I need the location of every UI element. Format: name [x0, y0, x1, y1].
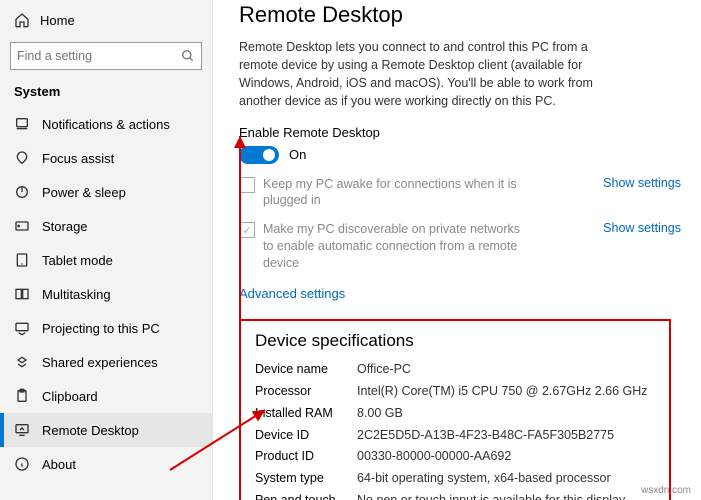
sidebar-item-label: Projecting to this PC — [42, 321, 160, 336]
sidebar-item-remote-desktop[interactable]: Remote Desktop — [0, 413, 212, 447]
nav-home-label: Home — [40, 13, 75, 28]
search-input[interactable] — [17, 49, 181, 63]
spec-value: 8.00 GB — [357, 405, 655, 422]
spec-value: 00330-80000-00000-AA692 — [357, 448, 655, 465]
spec-key: Device name — [255, 361, 357, 378]
main-content: Remote Desktop Remote Desktop lets you c… — [213, 0, 701, 500]
clipboard-icon — [14, 388, 30, 404]
power-icon — [14, 184, 30, 200]
focus-assist-icon — [14, 150, 30, 166]
about-icon — [14, 456, 30, 472]
spec-row: Pen and touchNo pen or touch input is av… — [255, 492, 655, 500]
device-specifications-heading: Device specifications — [255, 331, 655, 351]
projecting-icon — [14, 320, 30, 336]
notifications-icon — [14, 116, 30, 132]
spec-key: Processor — [255, 383, 357, 400]
spec-row: System type64-bit operating system, x64-… — [255, 470, 655, 487]
storage-icon — [14, 218, 30, 234]
page-title: Remote Desktop — [239, 2, 681, 28]
sidebar-item-multitasking[interactable]: Multitasking — [0, 277, 212, 311]
sidebar-item-label: Storage — [42, 219, 88, 234]
sidebar-item-tablet-mode[interactable]: Tablet mode — [0, 243, 212, 277]
enable-remote-desktop-toggle[interactable] — [239, 146, 279, 164]
sidebar: Home System Notifications & actions Focu… — [0, 0, 213, 500]
spec-row: ProcessorIntel(R) Core(TM) i5 CPU 750 @ … — [255, 383, 655, 400]
sidebar-item-label: Shared experiences — [42, 355, 158, 370]
sidebar-item-label: Clipboard — [42, 389, 98, 404]
sidebar-item-label: Focus assist — [42, 151, 114, 166]
shared-icon — [14, 354, 30, 370]
sidebar-item-label: About — [42, 457, 76, 472]
discoverable-label: Make my PC discoverable on private netwo… — [263, 221, 523, 272]
discoverable-checkbox[interactable]: ✓ — [239, 222, 255, 238]
home-icon — [14, 12, 30, 28]
sidebar-item-projecting[interactable]: Projecting to this PC — [0, 311, 212, 345]
spec-value: Intel(R) Core(TM) i5 CPU 750 @ 2.67GHz 2… — [357, 383, 655, 400]
spec-row: Product ID00330-80000-00000-AA692 — [255, 448, 655, 465]
spec-value: 2C2E5D5D-A13B-4F23-B48C-FA5F305B2775 — [357, 427, 655, 444]
sidebar-category: System — [0, 80, 212, 107]
spec-value: No pen or touch input is available for t… — [357, 492, 655, 500]
multitasking-icon — [14, 286, 30, 302]
advanced-settings-link[interactable]: Advanced settings — [239, 286, 345, 301]
watermark: wsxdn.com — [641, 485, 691, 496]
sidebar-item-label: Tablet mode — [42, 253, 113, 268]
keep-awake-checkbox[interactable] — [239, 177, 255, 193]
sidebar-item-clipboard[interactable]: Clipboard — [0, 379, 212, 413]
sidebar-item-label: Remote Desktop — [42, 423, 139, 438]
sidebar-item-power-sleep[interactable]: Power & sleep — [0, 175, 212, 209]
search-icon — [181, 49, 195, 63]
toggle-state-label: On — [289, 147, 306, 162]
search-input-container[interactable] — [10, 42, 202, 70]
spec-row: Device nameOffice-PC — [255, 361, 655, 378]
spec-key: Product ID — [255, 448, 357, 465]
spec-key: System type — [255, 470, 357, 487]
spec-value: 64-bit operating system, x64-based proce… — [357, 470, 655, 487]
spec-key: Installed RAM — [255, 405, 357, 422]
sidebar-item-shared-experiences[interactable]: Shared experiences — [0, 345, 212, 379]
sidebar-item-notifications[interactable]: Notifications & actions — [0, 107, 212, 141]
tablet-icon — [14, 252, 30, 268]
keep-awake-show-settings-link[interactable]: Show settings — [585, 176, 681, 190]
spec-value: Office-PC — [357, 361, 655, 378]
sidebar-item-focus-assist[interactable]: Focus assist — [0, 141, 212, 175]
page-description: Remote Desktop lets you connect to and c… — [239, 38, 619, 111]
sidebar-item-label: Power & sleep — [42, 185, 126, 200]
spec-key: Pen and touch — [255, 492, 357, 500]
enable-remote-desktop-label: Enable Remote Desktop — [239, 125, 681, 140]
sidebar-item-about[interactable]: About — [0, 447, 212, 481]
spec-row: Installed RAM8.00 GB — [255, 405, 655, 422]
device-specifications-panel: Device specifications Device nameOffice-… — [239, 319, 671, 500]
spec-key: Device ID — [255, 427, 357, 444]
sidebar-item-label: Multitasking — [42, 287, 111, 302]
nav-home[interactable]: Home — [0, 6, 212, 34]
spec-row: Device ID2C2E5D5D-A13B-4F23-B48C-FA5F305… — [255, 427, 655, 444]
keep-awake-label: Keep my PC awake for connections when it… — [263, 176, 523, 210]
sidebar-item-label: Notifications & actions — [42, 117, 170, 132]
remote-desktop-icon — [14, 422, 30, 438]
discoverable-show-settings-link[interactable]: Show settings — [585, 221, 681, 235]
sidebar-item-storage[interactable]: Storage — [0, 209, 212, 243]
